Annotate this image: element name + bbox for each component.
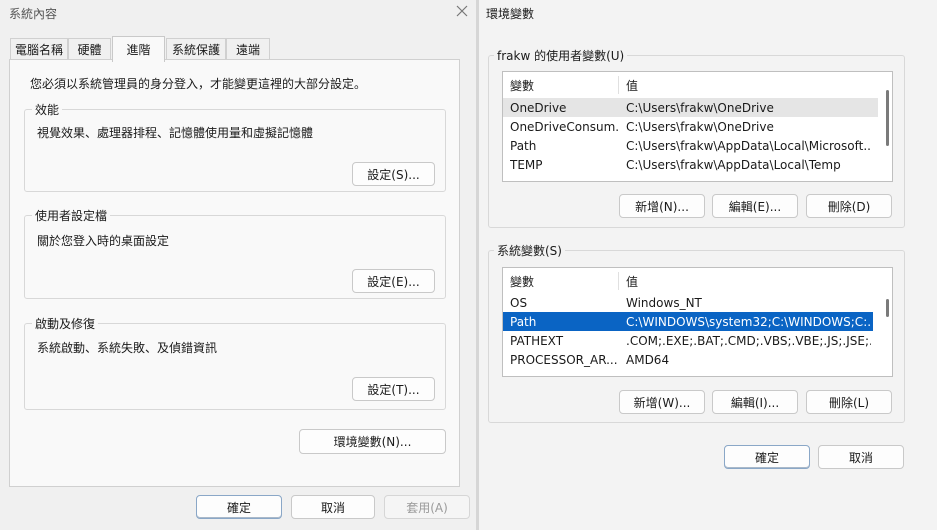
user-delete-button[interactable]: 刪除(D) bbox=[806, 194, 892, 218]
performance-title: 效能 bbox=[32, 101, 63, 118]
user-variables-title: frakw 的使用者變數(U) bbox=[494, 47, 628, 64]
var-value: C:\Users\frakw\AppData\Local\Microsoft..… bbox=[626, 138, 871, 153]
startup-recovery-settings-button[interactable]: 設定(T)... bbox=[352, 377, 435, 401]
table-row[interactable]: OneDrive C:\Users\frakw\OneDrive bbox=[503, 98, 878, 117]
performance-settings-button[interactable]: 設定(S)... bbox=[352, 162, 435, 186]
list-header: 變數 值 bbox=[503, 72, 878, 98]
tab-system-protection[interactable]: 系統保護 bbox=[166, 38, 226, 59]
user-new-button[interactable]: 新增(N)... bbox=[619, 194, 705, 218]
table-row[interactable]: OS Windows_NT bbox=[503, 293, 878, 312]
tab-advanced[interactable]: 進階 bbox=[112, 36, 165, 62]
tab-hardware[interactable]: 硬體 bbox=[68, 38, 111, 59]
user-profiles-group: 使用者設定檔 關於您登入時的桌面設定 設定(E)... bbox=[24, 207, 446, 299]
var-value: Windows_NT bbox=[626, 295, 702, 310]
sys-ok-button[interactable]: 確定 bbox=[196, 495, 282, 519]
header-variable[interactable]: 變數 bbox=[510, 273, 534, 290]
user-variables-group: frakw 的使用者變數(U) 變數 值 OneDrive C:\Users\f… bbox=[488, 47, 905, 228]
var-name: TEMP bbox=[510, 157, 543, 172]
system-variables-group: 系統變數(S) 變數 值 OS Windows_NT Path C:\WINDO… bbox=[488, 242, 905, 423]
header-separator bbox=[618, 76, 619, 94]
var-value: AMD64 bbox=[626, 352, 670, 367]
env-ok-button[interactable]: 確定 bbox=[724, 445, 810, 469]
table-row[interactable]: PATHEXT .COM;.EXE;.BAT;.CMD;.VBS;.VBE;.J… bbox=[503, 331, 878, 350]
system-variables-title: 系統變數(S) bbox=[494, 242, 565, 259]
var-name: OS bbox=[510, 295, 528, 310]
tab-computer-name[interactable]: 電腦名稱 bbox=[10, 38, 68, 59]
performance-desc: 視覺效果、處理器排程、記憶體使用量和虛擬記憶體 bbox=[37, 126, 314, 140]
vertical-scrollbar[interactable] bbox=[886, 90, 889, 146]
var-value: C:\Users\frakw\AppData\Local\Temp bbox=[626, 157, 841, 172]
var-name: OneDriveConsum... bbox=[510, 119, 618, 134]
var-value: C:\Users\frakw\OneDrive bbox=[626, 119, 774, 134]
table-row[interactable]: OneDriveConsum... C:\Users\frakw\OneDriv… bbox=[503, 117, 878, 136]
header-value[interactable]: 值 bbox=[626, 273, 638, 290]
system-variables-list[interactable]: 變數 值 OS Windows_NT Path C:\WINDOWS\syste… bbox=[502, 267, 893, 377]
user-profiles-desc: 關於您登入時的桌面設定 bbox=[37, 234, 170, 248]
var-name: Path bbox=[510, 138, 537, 153]
header-value[interactable]: 值 bbox=[626, 77, 638, 94]
var-value: C:\Users\frakw\OneDrive bbox=[626, 100, 774, 115]
var-name: OneDrive bbox=[510, 100, 567, 115]
system-delete-button[interactable]: 刪除(L) bbox=[806, 390, 892, 414]
user-profiles-title: 使用者設定檔 bbox=[32, 207, 111, 224]
header-separator bbox=[618, 272, 619, 290]
table-row[interactable]: TEMP C:\Users\frakw\AppData\Local\Temp bbox=[503, 155, 878, 174]
startup-recovery-group: 啟動及修復 系統啟動、系統失敗、及偵錯資訊 設定(T)... bbox=[24, 315, 446, 410]
startup-recovery-desc: 系統啟動、系統失敗、及偵錯資訊 bbox=[37, 341, 218, 355]
environment-variables-button[interactable]: 環境變數(N)... bbox=[299, 429, 446, 454]
environment-variables-window: 環境變數 frakw 的使用者變數(U) 變數 值 OneDrive C:\Us… bbox=[479, 0, 937, 530]
header-variable[interactable]: 變數 bbox=[510, 77, 534, 94]
list-header: 變數 值 bbox=[503, 268, 878, 294]
startup-recovery-title: 啟動及修復 bbox=[32, 315, 99, 332]
admin-note: 您必須以系統管理員的身分登入，才能變更這裡的大部分設定。 bbox=[30, 77, 367, 91]
user-profiles-settings-button[interactable]: 設定(E)... bbox=[352, 269, 435, 293]
table-row[interactable]: Path C:\Users\frakw\AppData\Local\Micros… bbox=[503, 136, 878, 155]
vertical-scrollbar[interactable] bbox=[886, 299, 889, 317]
var-value: C:\WINDOWS\system32;C:\WINDOWS;C:... bbox=[626, 314, 871, 329]
var-value: .COM;.EXE;.BAT;.CMD;.VBS;.VBE;.JS;.JSE;.… bbox=[626, 333, 871, 348]
system-properties-window: 系統內容 電腦名稱 硬體 進階 系統保護 遠端 您必須以系統管理員的身分登入，才… bbox=[0, 0, 476, 530]
var-name: PATHEXT bbox=[510, 333, 564, 348]
close-icon[interactable] bbox=[453, 2, 471, 20]
tab-panel: 您必須以系統管理員的身分登入，才能變更這裡的大部分設定。 效能 視覺效果、處理器… bbox=[9, 59, 460, 487]
var-name: Path bbox=[510, 314, 537, 329]
system-new-button[interactable]: 新增(W)... bbox=[619, 390, 705, 414]
user-variables-list[interactable]: 變數 值 OneDrive C:\Users\frakw\OneDrive On… bbox=[502, 71, 893, 182]
tab-remote[interactable]: 遠端 bbox=[226, 38, 270, 59]
performance-group: 效能 視覺效果、處理器排程、記憶體使用量和虛擬記憶體 設定(S)... bbox=[24, 101, 446, 192]
sys-apply-button: 套用(A) bbox=[384, 495, 470, 519]
var-name: PROCESSOR_AR... bbox=[510, 352, 618, 367]
env-window-title: 環境變數 bbox=[486, 7, 535, 21]
env-cancel-button[interactable]: 取消 bbox=[818, 445, 904, 469]
user-edit-button[interactable]: 編輯(E)... bbox=[712, 194, 798, 218]
system-edit-button[interactable]: 編輯(I)... bbox=[712, 390, 798, 414]
table-row[interactable]: PROCESSOR_AR... AMD64 bbox=[503, 350, 878, 369]
table-row-selected[interactable]: Path C:\WINDOWS\system32;C:\WINDOWS;C:..… bbox=[503, 312, 873, 331]
window-title: 系統內容 bbox=[9, 7, 58, 21]
sys-cancel-button[interactable]: 取消 bbox=[291, 495, 375, 519]
